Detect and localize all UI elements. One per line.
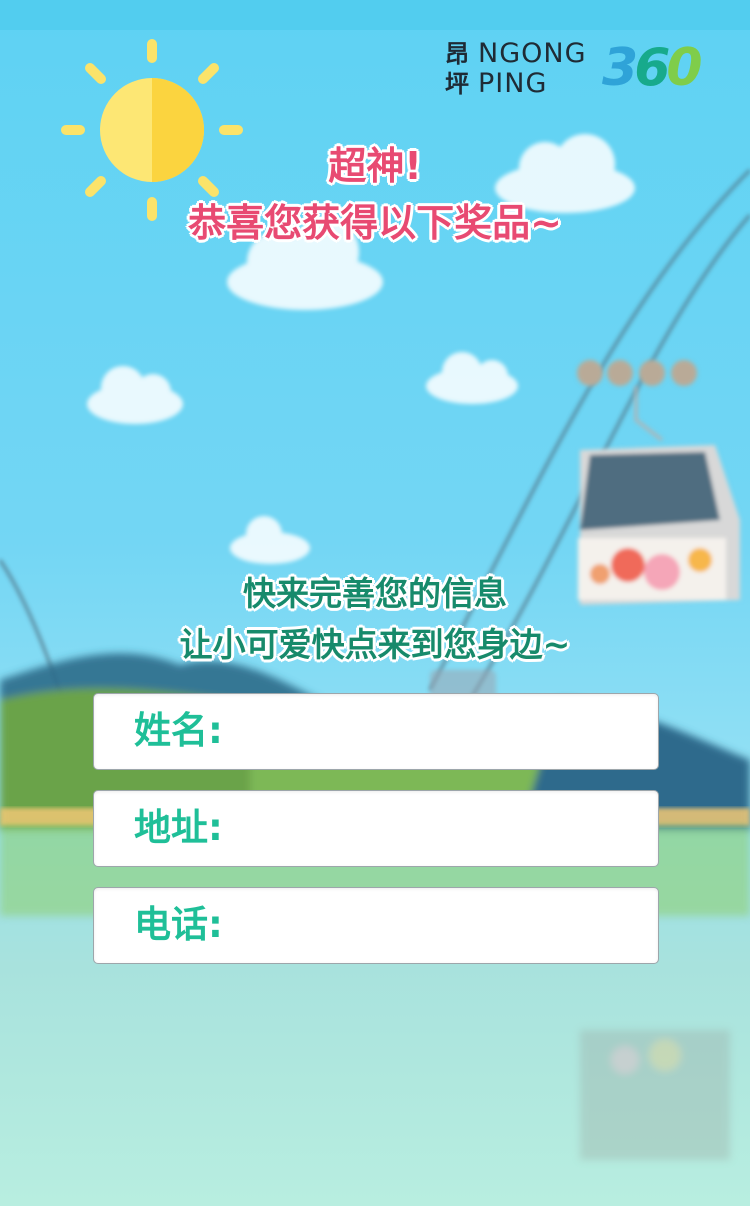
logo-number: 360 xyxy=(602,38,703,98)
cable-car-icon xyxy=(577,360,740,605)
logo-en-top: NGONG xyxy=(478,38,587,69)
phone-label: 电话: xyxy=(134,903,223,946)
phone-field[interactable]: 电话: xyxy=(93,887,659,965)
sun-icon xyxy=(61,39,243,221)
logo-digit-6: 6 xyxy=(634,38,670,98)
logo-digit-0: 0 xyxy=(666,38,702,98)
cloud xyxy=(426,352,518,404)
name-label: 姓名: xyxy=(134,709,223,752)
top-band xyxy=(0,0,750,30)
address-input[interactable] xyxy=(242,791,648,868)
logo-cn-bottom: 坪 xyxy=(445,70,469,98)
prompt-line-1: 快来完善您的信息 xyxy=(243,574,507,613)
ngong-ping-360-logo: 昂 坪 NGONG PING 360 xyxy=(442,38,712,104)
logo-en-bottom: PING xyxy=(478,68,548,99)
address-label: 地址: xyxy=(134,806,223,849)
phone-input[interactable] xyxy=(242,888,648,965)
logo-cn-top: 昂 xyxy=(445,40,469,68)
prompt-line-2: 让小可爱快点来到您身边~ xyxy=(179,625,571,664)
address-field[interactable]: 地址: xyxy=(93,790,659,868)
cloud xyxy=(230,516,310,564)
headline-prize-message: 恭喜您获得以下奖品~ xyxy=(188,201,562,245)
logo-digit-3: 3 xyxy=(602,38,638,98)
headline-title: 超神! xyxy=(328,144,422,188)
cloud xyxy=(87,366,183,424)
name-field[interactable]: 姓名: xyxy=(93,693,659,771)
name-input[interactable] xyxy=(242,694,648,771)
